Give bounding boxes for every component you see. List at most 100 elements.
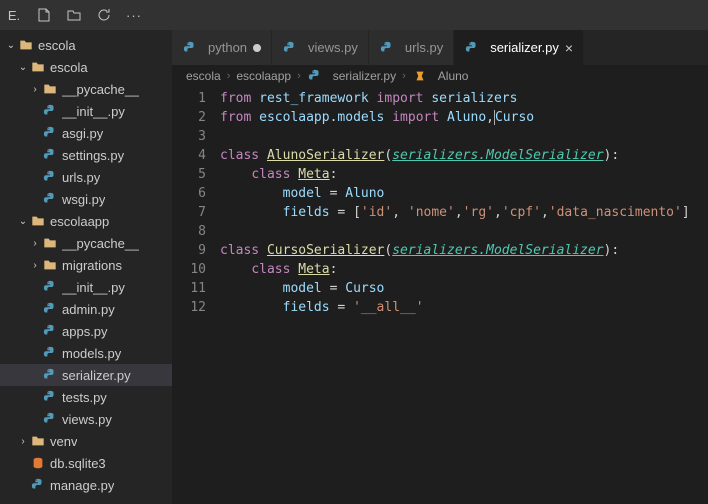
- symbol-class-icon: [412, 68, 428, 84]
- py-icon: [42, 323, 58, 339]
- chevron-right-icon: ›: [297, 70, 301, 82]
- tree-item[interactable]: settings.py: [0, 144, 172, 166]
- explorer-title-letter: E.: [6, 7, 22, 23]
- chevron-right-icon: ›: [30, 260, 40, 270]
- refresh-icon[interactable]: [96, 7, 112, 23]
- breadcrumb-segment[interactable]: escolaapp: [236, 69, 291, 83]
- tree-item[interactable]: wsgi.py: [0, 188, 172, 210]
- tree-item-label: serializer.py: [62, 368, 131, 383]
- py-icon: [307, 68, 323, 84]
- breadcrumb[interactable]: escola › escolaapp › serializer.py › Aluno: [172, 65, 708, 87]
- py-icon: [42, 279, 58, 295]
- tree-item-label: __init__.py: [62, 280, 125, 295]
- py-icon: [30, 477, 46, 493]
- tree-item[interactable]: serializer.py: [0, 364, 172, 386]
- py-icon: [42, 191, 58, 207]
- db-icon: [30, 455, 46, 471]
- breadcrumb-segment[interactable]: escola: [186, 69, 221, 83]
- modified-dot-icon: [253, 44, 261, 52]
- tree-item[interactable]: apps.py: [0, 320, 172, 342]
- tree-item[interactable]: __init__.py: [0, 276, 172, 298]
- tree-item[interactable]: views.py: [0, 408, 172, 430]
- tree-item[interactable]: models.py: [0, 342, 172, 364]
- py-icon: [42, 125, 58, 141]
- py-icon: [42, 103, 58, 119]
- editor-tab[interactable]: serializer.py ×: [454, 30, 584, 65]
- tree-item-label: models.py: [62, 346, 121, 361]
- chevron-down-icon: ⌄: [18, 62, 28, 72]
- chevron-right-icon: ›: [18, 436, 28, 446]
- code-lines[interactable]: from rest_framework import serializersfr…: [220, 87, 708, 504]
- tab-label: python: [208, 40, 247, 55]
- tree-item-label: views.py: [62, 412, 112, 427]
- tab-label: views.py: [308, 40, 358, 55]
- tab-label: urls.py: [405, 40, 443, 55]
- tree-item-label: tests.py: [62, 390, 107, 405]
- tree-item[interactable]: asgi.py: [0, 122, 172, 144]
- tab-label: serializer.py: [490, 40, 559, 55]
- folder-icon: [30, 433, 46, 449]
- chevron-right-icon: ›: [30, 84, 40, 94]
- editor-tab[interactable]: urls.py: [369, 30, 454, 65]
- tree-item-label: __pycache__: [62, 82, 139, 97]
- tree-item[interactable]: tests.py: [0, 386, 172, 408]
- new-folder-icon[interactable]: [66, 7, 82, 23]
- line-gutter: 123456789101112: [172, 87, 220, 504]
- tree-item-label: escola: [38, 38, 76, 53]
- py-icon: [42, 345, 58, 361]
- tree-item[interactable]: › venv: [0, 430, 172, 452]
- tree-item[interactable]: › migrations: [0, 254, 172, 276]
- tree-item[interactable]: ⌄ escolaapp: [0, 210, 172, 232]
- tree-item-label: wsgi.py: [62, 192, 105, 207]
- tree-item[interactable]: › __pycache__: [0, 78, 172, 100]
- chevron-right-icon: ›: [227, 70, 231, 82]
- tree-item[interactable]: db.sqlite3: [0, 452, 172, 474]
- editor-tab[interactable]: python: [172, 30, 272, 65]
- titlebar: E. ···: [0, 0, 708, 30]
- code-editor[interactable]: 123456789101112 from rest_framework impo…: [172, 87, 708, 504]
- tree-item-label: escola: [50, 60, 88, 75]
- more-icon[interactable]: ···: [126, 7, 142, 23]
- folder-icon: [42, 257, 58, 273]
- py-icon: [379, 40, 395, 56]
- chevron-down-icon: ⌄: [6, 40, 16, 50]
- tree-item-label: asgi.py: [62, 126, 103, 141]
- tree-item-label: urls.py: [62, 170, 100, 185]
- chevron-down-icon: ⌄: [18, 216, 28, 226]
- tree-item[interactable]: urls.py: [0, 166, 172, 188]
- folder-open-icon: [18, 37, 34, 53]
- tree-item-label: apps.py: [62, 324, 108, 339]
- chevron-right-icon: ›: [30, 238, 40, 248]
- folder-open-icon: [30, 213, 46, 229]
- folder-open-icon: [30, 59, 46, 75]
- py-icon: [42, 301, 58, 317]
- py-icon: [42, 147, 58, 163]
- tree-item-label: __init__.py: [62, 104, 125, 119]
- folder-icon: [42, 235, 58, 251]
- tree-item-label: venv: [50, 434, 77, 449]
- editor-tabs: python views.py urls.py serializer.py ×: [172, 30, 708, 65]
- close-icon[interactable]: ×: [565, 40, 573, 56]
- tree-item[interactable]: admin.py: [0, 298, 172, 320]
- tree-item-label: escolaapp: [50, 214, 109, 229]
- chevron-right-icon: ›: [402, 70, 406, 82]
- tree-item[interactable]: › __pycache__: [0, 232, 172, 254]
- tree-item-label: settings.py: [62, 148, 124, 163]
- py-icon: [42, 169, 58, 185]
- editor-tab[interactable]: views.py: [272, 30, 369, 65]
- tree-item-label: manage.py: [50, 478, 114, 493]
- breadcrumb-segment[interactable]: Aluno: [438, 69, 469, 83]
- tree-item-label: __pycache__: [62, 236, 139, 251]
- tree-item[interactable]: manage.py: [0, 474, 172, 496]
- folder-icon: [42, 81, 58, 97]
- tree-item[interactable]: ⌄ escola: [0, 34, 172, 56]
- breadcrumb-segment[interactable]: serializer.py: [333, 69, 396, 83]
- tree-item[interactable]: __init__.py: [0, 100, 172, 122]
- py-icon: [464, 40, 480, 56]
- tree-item-label: admin.py: [62, 302, 115, 317]
- new-file-icon[interactable]: [36, 7, 52, 23]
- tree-item-label: migrations: [62, 258, 122, 273]
- explorer-sidebar[interactable]: ⌄escola⌄escola›__pycache____init__.pyasg…: [0, 30, 172, 504]
- py-icon: [42, 411, 58, 427]
- tree-item[interactable]: ⌄ escola: [0, 56, 172, 78]
